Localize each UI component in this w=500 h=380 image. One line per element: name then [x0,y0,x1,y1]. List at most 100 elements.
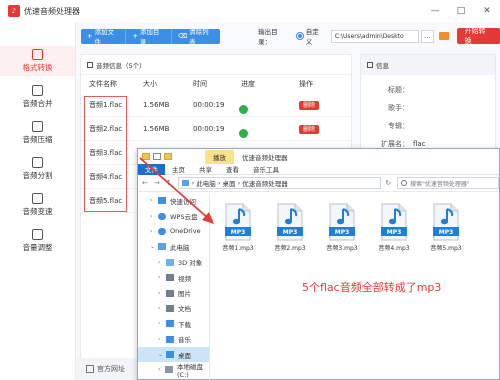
sidebar-item-volume[interactable]: 音量调整 [0,226,75,256]
tab-music-tools[interactable]: 音乐工具 [246,164,286,175]
open-folder-icon[interactable] [438,32,449,40]
chevron-icon[interactable]: › [158,336,163,343]
breadcrumb[interactable]: › 此电脑 › 桌面 › 优速音频处理器 [177,177,382,189]
chevron-down-icon[interactable]: ⌄ [150,243,155,250]
delete-button[interactable]: 删除 [299,125,320,134]
breadcrumb-item[interactable]: 优速音频处理器 [242,178,288,188]
chevron-down-icon[interactable]: ⌄ [158,351,163,358]
sidebar-item-merge[interactable]: 音频合并 [0,82,75,112]
output-dir-label: 输出目录： [258,28,278,46]
col-progress: 进度 [241,80,255,88]
annotation-text: 5个flac音频全部转成了mp3 [302,281,442,294]
video-icon [166,274,174,282]
nav-item-3d[interactable]: › 3D 对象 [138,255,209,270]
custom-radio[interactable] [295,32,304,40]
app-title: 优速音频处理器 [24,6,80,16]
up-icon[interactable]: ↑ [166,179,172,187]
close-button[interactable]: ✕ [474,0,500,22]
trash-icon: ⌫ [177,32,188,40]
minimize-button[interactable]: — [422,0,448,22]
maximize-button[interactable]: □ [448,0,474,22]
nav-item-music[interactable]: › 音乐 [138,332,209,347]
add-file-button[interactable]: + 添加文件 [81,28,127,46]
start-convert-button[interactable]: 开始转换 [456,27,500,45]
chevron-icon[interactable]: › [150,213,155,220]
tab-share[interactable]: 共享 [192,164,219,175]
folder-icon[interactable] [142,153,150,160]
delete-button[interactable]: 删除 [299,101,320,110]
folder-icon[interactable] [164,153,172,160]
output-path-input[interactable]: C:\Users\admin\Deskto [330,29,420,43]
chevron-icon[interactable]: › [158,366,162,373]
nav-item-desktop[interactable]: ⌄ 桌面 [138,346,209,363]
browse-button[interactable]: ... [421,29,434,43]
breadcrumb-item[interactable]: 此电脑 [196,178,216,188]
checkbox-icon[interactable] [153,153,161,160]
back-icon[interactable]: ← [142,179,148,187]
refresh-icon[interactable]: ↻ [385,179,391,187]
desktop-icon [166,351,174,359]
volume-icon [32,229,43,240]
file-size: 1.56MB [143,124,170,133]
file-item[interactable]: MP3 音频5.mp3 [426,203,466,252]
compress-icon [32,121,43,132]
sidebar-item-split[interactable]: 音频分割 [0,154,75,184]
sidebar-item-format-convert[interactable]: 格式转换 [0,46,75,76]
chevron-icon[interactable]: › [150,197,155,204]
file-time: 00:00:19 [193,124,225,133]
add-dir-button[interactable]: + 添加目录 [126,28,172,46]
tab-home[interactable]: 主页 [165,164,192,175]
file-name: 音频4.mp3 [378,245,410,252]
tab-view[interactable]: 查看 [219,164,246,175]
chevron-icon[interactable]: › [158,290,163,297]
file-actions-group: + 添加文件 + 添加目录 ⌫ 清除列表 [81,28,221,46]
info-icon [367,62,373,68]
info-label: 标题： [388,86,409,94]
file-item[interactable]: MP3 音频3.mp3 [322,203,362,252]
search-icon [401,180,408,186]
mp3-badge: MP3 [231,229,246,236]
navigation-pane: › 快速访问 › WPS云盘 › OneDrive ⌄ 此电脑 › 3D 对象 › 视频 ›… [138,193,210,380]
chevron-icon[interactable]: › [158,305,163,312]
info-icon [87,61,93,68]
nav-item-this-pc[interactable]: ⌄ 此电脑 [138,239,209,254]
file-item[interactable]: MP3 音频1.mp3 [218,203,258,252]
chevron-icon[interactable]: › [158,274,163,281]
mp3-badge: MP3 [439,229,454,236]
forward-icon[interactable]: → [154,179,160,187]
col-action: 操作 [299,80,313,88]
nav-item-pictures[interactable]: › 图片 [138,285,209,300]
search-input[interactable]: 搜索"优速音频处理器" [397,177,499,189]
official-site-link[interactable]: 官方网址 [97,364,125,374]
action-cell: 删除 [299,124,349,134]
file-item[interactable]: MP3 音频4.mp3 [374,203,414,252]
col-name: 文件名称 [89,80,117,88]
nav-item-onedrive[interactable]: › OneDrive [138,224,209,239]
nav-item-docs[interactable]: › 文档 [138,301,209,316]
chevron-icon[interactable]: › [150,228,155,235]
sidebar-item-compress[interactable]: 音频压缩 [0,118,75,148]
nav-item-wps[interactable]: › WPS云盘 [138,208,209,223]
nav-item-drive-c[interactable]: › 本地磁盘 (C:) [138,362,209,379]
tab-file[interactable]: 文件 [138,163,165,175]
quick-access-toolbar [142,153,175,160]
nav-item-quick-access[interactable]: › 快速访问 [138,193,209,208]
chevron-icon[interactable]: › [158,320,163,327]
drive-icon [165,366,174,374]
nav-label: 桌面 [178,351,191,360]
nav-item-downloads[interactable]: › 下载 [138,316,209,331]
clear-list-button[interactable]: ⌫ 清除列表 [172,28,220,46]
add-file-label: 添加文件 [94,28,114,46]
mp3-badge: MP3 [335,229,350,236]
plus-icon: + [87,32,93,40]
home-icon [86,365,94,373]
play-tab[interactable]: 播放 [205,149,234,164]
sidebar-item-speed[interactable]: 音频变速 [0,190,75,220]
col-time: 时间 [193,80,207,88]
ribbon-tabs: 文件 主页 共享 查看 音乐工具 [138,163,499,175]
breadcrumb-item[interactable]: 桌面 [223,178,236,188]
nav-label: 下载 [178,320,191,329]
file-item[interactable]: MP3 音频2.mp3 [270,203,310,252]
chevron-icon[interactable]: › [158,259,163,266]
nav-item-video[interactable]: › 视频 [138,270,209,285]
